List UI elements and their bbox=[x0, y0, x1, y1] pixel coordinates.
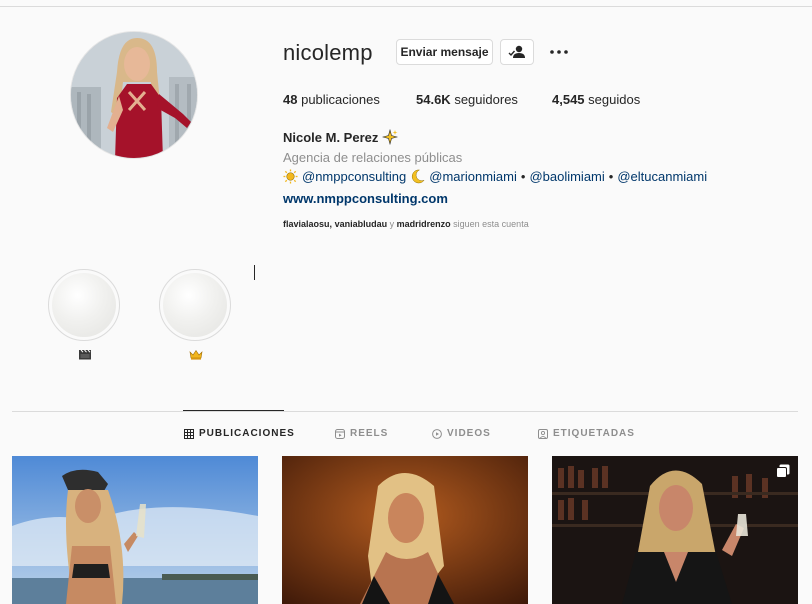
mention-link[interactable]: @eltucanmiami bbox=[617, 169, 707, 184]
tab-label: PUBLICACIONES bbox=[199, 428, 295, 439]
mention-separator: • bbox=[520, 169, 526, 184]
profile-full-name: Nicole M. Perez bbox=[283, 129, 399, 145]
following-count-value: 4,545 bbox=[552, 92, 585, 107]
following-toggle-button[interactable] bbox=[500, 39, 534, 65]
sparkles-emoji-icon bbox=[382, 129, 399, 145]
tab-label: ETIQUETADAS bbox=[553, 428, 635, 439]
mention-link[interactable]: @marionmiami bbox=[429, 169, 517, 184]
avatar-photo bbox=[71, 32, 197, 158]
profile-avatar[interactable] bbox=[70, 31, 198, 159]
followed-by-conjunction: y bbox=[389, 219, 395, 229]
post-image bbox=[282, 456, 528, 604]
story-highlight[interactable] bbox=[159, 269, 233, 361]
post-thumbnail[interactable] bbox=[552, 456, 798, 604]
grid-icon bbox=[184, 428, 194, 439]
highlight-cover bbox=[163, 273, 227, 337]
reels-icon bbox=[335, 428, 345, 439]
top-divider bbox=[0, 6, 812, 7]
highlight-label bbox=[48, 349, 122, 361]
play-circle-icon bbox=[432, 428, 442, 439]
followers-count-label: seguidores bbox=[454, 92, 518, 107]
clapperboard-emoji-icon bbox=[79, 349, 91, 360]
highlight-label bbox=[159, 349, 233, 361]
tab-publicaciones[interactable]: PUBLICACIONES bbox=[184, 428, 295, 439]
following-count-label: seguidos bbox=[588, 92, 641, 107]
carousel-icon bbox=[776, 464, 790, 478]
send-message-button[interactable]: Enviar mensaje bbox=[396, 39, 493, 65]
profile-username: nicolemp bbox=[283, 40, 373, 65]
mention-separator: • bbox=[608, 169, 614, 184]
follower-username: flavialaosu bbox=[283, 219, 330, 229]
tab-etiquetadas[interactable]: ETIQUETADAS bbox=[538, 428, 635, 439]
followed-by-text[interactable]: flavialaosu, vaniabludau y madridrenzo s… bbox=[283, 219, 529, 229]
tab-videos[interactable]: VIDEOS bbox=[432, 428, 491, 439]
tab-label: VIDEOS bbox=[447, 428, 491, 439]
follower-username: madridrenzo bbox=[396, 219, 451, 229]
more-options-button[interactable] bbox=[545, 39, 573, 65]
followers-count-value: 54.6K bbox=[416, 92, 451, 107]
full-name-text: Nicole M. Perez bbox=[283, 129, 379, 145]
followed-by-suffix: siguen esta cuenta bbox=[453, 219, 529, 229]
mention-link[interactable]: @nmppconsulting bbox=[302, 169, 406, 184]
bio-mentions: @nmppconsulting @marionmiami • @baolimia… bbox=[283, 169, 707, 184]
posts-count: 48 publicaciones bbox=[283, 92, 380, 107]
followed-by-comma: , bbox=[329, 219, 333, 229]
more-dots-icon bbox=[550, 50, 568, 54]
post-thumbnail[interactable] bbox=[12, 456, 258, 604]
post-image bbox=[552, 456, 798, 604]
tab-label: REELS bbox=[350, 428, 389, 439]
tabs-divider bbox=[12, 411, 798, 412]
person-check-icon bbox=[508, 45, 525, 58]
following-count[interactable]: 4,545 seguidos bbox=[552, 92, 640, 107]
moon-emoji-icon bbox=[412, 169, 426, 184]
follower-username: vaniabludau bbox=[334, 219, 388, 229]
highlight-ring bbox=[159, 269, 231, 341]
text-cursor bbox=[254, 265, 255, 280]
mention-link[interactable]: @baolimiami bbox=[529, 169, 604, 184]
highlight-ring bbox=[48, 269, 120, 341]
post-thumbnail[interactable] bbox=[282, 456, 528, 604]
crown-emoji-icon bbox=[189, 349, 203, 360]
tab-reels[interactable]: REELS bbox=[335, 428, 388, 439]
profile-website-link[interactable]: www.nmppconsulting.com bbox=[283, 191, 448, 206]
profile-category: Agencia de relaciones públicas bbox=[283, 150, 463, 165]
active-tab-indicator bbox=[183, 410, 284, 411]
tagged-icon bbox=[538, 428, 548, 439]
sun-emoji-icon bbox=[283, 169, 298, 184]
highlight-cover bbox=[52, 273, 116, 337]
post-image bbox=[12, 456, 258, 604]
story-highlight[interactable] bbox=[48, 269, 122, 361]
posts-count-value: 48 bbox=[283, 92, 298, 107]
followers-count[interactable]: 54.6K seguidores bbox=[416, 92, 518, 107]
posts-count-label: publicaciones bbox=[301, 92, 380, 107]
